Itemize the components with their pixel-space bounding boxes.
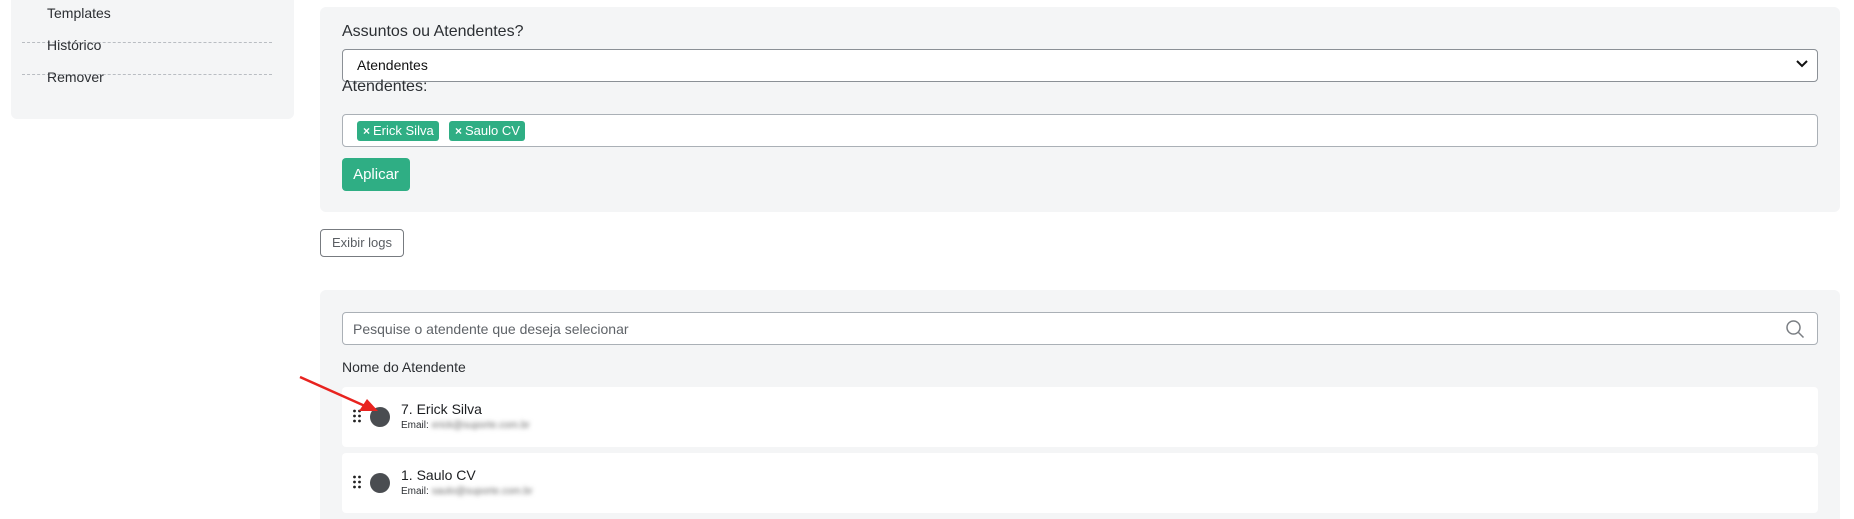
agents-label: Atendentes: (342, 78, 428, 95)
email-value: saulo@suporte.com.br (431, 486, 533, 497)
annotation-arrow-icon (299, 375, 378, 411)
sidebar-item-label: Templates (47, 5, 111, 21)
chevron-down-icon (1796, 60, 1808, 68)
email-value: erick@suporte.com.br (431, 420, 530, 431)
drag-handle-icon[interactable] (352, 474, 362, 490)
sidebar-item-remover[interactable]: Remover (22, 69, 272, 107)
agent-name: 1. Saulo CV (401, 467, 476, 483)
sidebar-menu: Templates Histórico Remover (11, 0, 294, 119)
agent-name: 7. Erick Silva (401, 401, 482, 417)
tag-erick-silva[interactable]: × Erick Silva (357, 121, 439, 141)
apply-button[interactable]: Aplicar (342, 158, 410, 191)
agents-multiselect[interactable]: × Erick Silva × Saulo CV (342, 114, 1818, 147)
list-item[interactable]: 7. Erick Silva Email: erick@suporte.com.b… (342, 387, 1818, 447)
list-item[interactable]: 1. Saulo CV Email: saulo@suporte.com.br (342, 453, 1818, 513)
tag-saulo-cv[interactable]: × Saulo CV (449, 121, 525, 141)
agent-search-input[interactable]: Pesquise o atendente que deseja selecion… (342, 312, 1818, 345)
agent-email: Email: erick@suporte.com.br (401, 420, 530, 431)
search-placeholder: Pesquise o atendente que deseja selecion… (353, 321, 629, 337)
filter-panel: Assuntos ou Atendentes? Atendentes Atend… (320, 7, 1840, 212)
type-select-value: Atendentes (357, 57, 428, 73)
agent-list-panel: Pesquise o atendente que deseja selecion… (320, 290, 1840, 519)
remove-tag-icon[interactable]: × (363, 124, 370, 138)
type-label: Assuntos ou Atendentes? (342, 23, 524, 40)
type-select[interactable]: Atendentes (342, 49, 1818, 82)
sidebar-item-label: Remover (47, 69, 104, 85)
remove-tag-icon[interactable]: × (455, 124, 462, 138)
avatar (370, 473, 390, 493)
agent-email: Email: saulo@suporte.com.br (401, 486, 533, 497)
email-label: Email: (401, 486, 429, 497)
show-logs-button[interactable]: Exibir logs (320, 229, 404, 257)
search-icon[interactable] (1785, 319, 1805, 339)
email-label: Email: (401, 420, 429, 431)
sidebar-item-label: Histórico (47, 37, 102, 53)
